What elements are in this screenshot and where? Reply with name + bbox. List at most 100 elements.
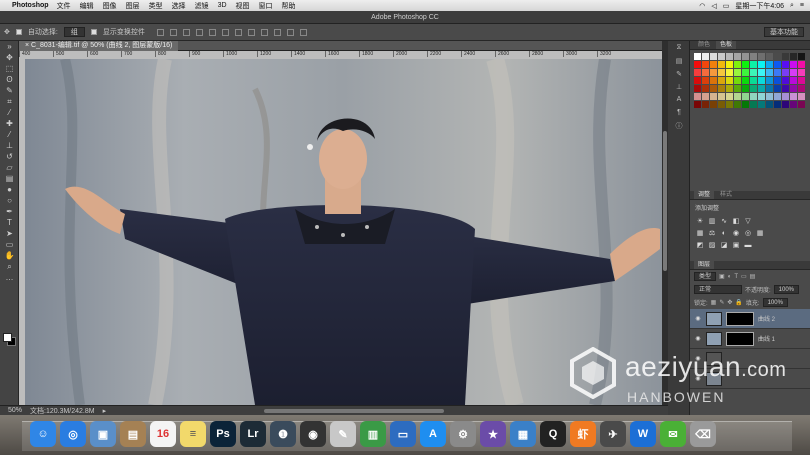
- crop-tool-icon[interactable]: ⌗: [0, 96, 19, 107]
- color-swatch[interactable]: [798, 85, 805, 92]
- layer-row[interactable]: ◉ 曲线 2: [690, 309, 810, 329]
- color-swatch[interactable]: [742, 93, 749, 100]
- color-swatch[interactable]: [742, 77, 749, 84]
- color-swatch[interactable]: [774, 93, 781, 100]
- color-swatch[interactable]: [774, 85, 781, 92]
- menu-filter[interactable]: 滤镜: [195, 1, 209, 11]
- color-swatch[interactable]: [718, 93, 725, 100]
- move-tool-icon[interactable]: ✥: [4, 28, 10, 36]
- color-swatch[interactable]: [758, 101, 765, 108]
- clock[interactable]: 星期一下午4:06: [735, 1, 784, 11]
- zoom-tool-icon[interactable]: ⌕: [0, 261, 19, 272]
- battery-icon[interactable]: ▭: [723, 2, 730, 10]
- history-panel-icon[interactable]: ⧖: [668, 41, 690, 54]
- color-swatch[interactable]: [774, 61, 781, 68]
- color-swatch[interactable]: [782, 93, 789, 100]
- color-swatch[interactable]: [750, 69, 757, 76]
- distribute-left-icon[interactable]: [273, 28, 281, 36]
- layer-kind-filter[interactable]: 类型: [694, 272, 717, 281]
- dock-calendar-icon[interactable]: 16: [150, 421, 176, 447]
- align-top-icon[interactable]: [156, 28, 164, 36]
- notification-icon[interactable]: ≡: [800, 2, 804, 9]
- dock-app-store-icon[interactable]: A: [420, 421, 446, 447]
- color-swatch[interactable]: [726, 101, 733, 108]
- black-white-icon[interactable]: ◐: [720, 229, 728, 237]
- dock-screen-share-icon[interactable]: ▦: [510, 421, 536, 447]
- color-swatch[interactable]: [726, 93, 733, 100]
- filter-pixel-icon[interactable]: ▣: [719, 273, 725, 280]
- color-swatch[interactable]: [718, 101, 725, 108]
- clone-stamp-tool-icon[interactable]: ⊥: [0, 140, 19, 151]
- color-swatch[interactable]: [758, 53, 765, 60]
- dock-photoshop-icon[interactable]: Ps: [210, 421, 236, 447]
- color-swatch[interactable]: [710, 69, 717, 76]
- opacity-input[interactable]: 100%: [773, 285, 800, 294]
- color-swatch[interactable]: [718, 53, 725, 60]
- horizontal-ruler[interactable]: 400 500 600 700 800 900 1000 1200 1400 1600 1800 20…: [19, 51, 662, 59]
- align-hcenter-icon[interactable]: [208, 28, 216, 36]
- color-swatch[interactable]: [726, 53, 733, 60]
- foreground-color-swatch[interactable]: [3, 333, 12, 342]
- color-swatch[interactable]: [726, 61, 733, 68]
- align-right-icon[interactable]: [221, 28, 229, 36]
- color-swatch[interactable]: [734, 77, 741, 84]
- color-swatch[interactable]: [726, 77, 733, 84]
- align-left-icon[interactable]: [195, 28, 203, 36]
- visibility-eye-icon[interactable]: ◉: [694, 335, 702, 342]
- dock-system-preferences-icon[interactable]: ⚙: [450, 421, 476, 447]
- color-swatch[interactable]: [766, 53, 773, 60]
- color-swatch[interactable]: [710, 93, 717, 100]
- layer-name[interactable]: 曲线 2: [758, 314, 775, 323]
- brightness-icon[interactable]: ☀: [696, 217, 704, 225]
- brush-tool-icon[interactable]: ⁄: [0, 129, 19, 140]
- color-swatch[interactable]: [774, 101, 781, 108]
- lock-move-icon[interactable]: ✥: [727, 299, 732, 306]
- color-swatch[interactable]: [782, 69, 789, 76]
- status-arrow-icon[interactable]: ▸: [103, 407, 107, 415]
- type-tool-icon[interactable]: T: [0, 217, 19, 228]
- properties-panel-icon[interactable]: ▤: [668, 54, 690, 67]
- color-swatch[interactable]: [710, 85, 717, 92]
- dock-finder-icon[interactable]: ☺: [30, 421, 56, 447]
- align-bottom-icon[interactable]: [182, 28, 190, 36]
- color-swatch[interactable]: [790, 77, 797, 84]
- hue-saturation-icon[interactable]: ▦: [696, 229, 704, 237]
- zoom-level[interactable]: 50%: [8, 407, 22, 414]
- color-swatch[interactable]: [790, 69, 797, 76]
- color-swatch[interactable]: [702, 53, 709, 60]
- color-swatch[interactable]: [742, 61, 749, 68]
- wifi-icon[interactable]: ◠: [699, 2, 705, 10]
- color-swatch[interactable]: [742, 101, 749, 108]
- dock-lightroom-icon[interactable]: Lr: [240, 421, 266, 447]
- path-select-tool-icon[interactable]: ➤: [0, 228, 19, 239]
- document-tab[interactable]: × C_8031-编辑.tif @ 50% (曲线 2, 图层蒙版/16): [19, 41, 179, 51]
- filter-type-icon[interactable]: T: [734, 274, 738, 280]
- scrollbar-thumb[interactable]: [663, 131, 667, 271]
- color-swatch[interactable]: [766, 85, 773, 92]
- color-swatch[interactable]: [758, 85, 765, 92]
- color-swatch[interactable]: [710, 53, 717, 60]
- filter-adjust-icon[interactable]: ◐: [728, 274, 732, 280]
- exposure-icon[interactable]: ◧: [732, 217, 740, 225]
- dock-dvd-icon[interactable]: ◉: [300, 421, 326, 447]
- menu-layer[interactable]: 图层: [126, 1, 140, 11]
- canvas-horizontal-scrollbar[interactable]: [264, 408, 445, 413]
- distribute-bottom-icon[interactable]: [260, 28, 268, 36]
- lasso-tool-icon[interactable]: ʘ: [0, 74, 19, 85]
- color-swatch[interactable]: [750, 77, 757, 84]
- menu-window[interactable]: 窗口: [259, 1, 273, 11]
- color-swatch[interactable]: [694, 61, 701, 68]
- menu-3d[interactable]: 3D: [218, 2, 227, 9]
- tab-layers[interactable]: 图层: [694, 261, 715, 269]
- color-swatch[interactable]: [790, 61, 797, 68]
- color-lookup-icon[interactable]: ▦: [756, 229, 764, 237]
- color-swatch[interactable]: [774, 77, 781, 84]
- color-swatch[interactable]: [702, 77, 709, 84]
- color-swatch[interactable]: [766, 93, 773, 100]
- tab-swatches[interactable]: 色板: [716, 41, 737, 49]
- color-swatch[interactable]: [694, 53, 701, 60]
- hand-tool-icon[interactable]: ✋: [0, 250, 19, 261]
- more-tools-icon[interactable]: …: [0, 272, 19, 283]
- gradient-tool-icon[interactable]: ▤: [0, 173, 19, 184]
- color-swatch[interactable]: [742, 53, 749, 60]
